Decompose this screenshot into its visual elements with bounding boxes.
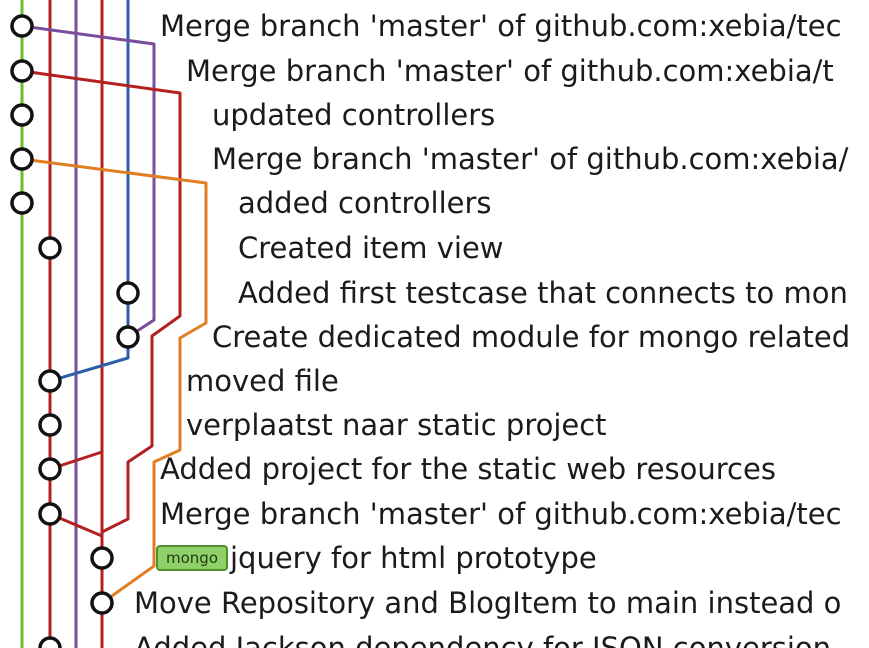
commit-message: Merge branch 'master' of github.com:xebi…	[212, 142, 849, 176]
commit-row[interactable]: Added first testcase that connects to mo…	[238, 273, 848, 313]
commit-node[interactable]	[116, 281, 140, 305]
commit-message: Added first testcase that connects to mo…	[238, 276, 848, 310]
commit-message: Created item view	[238, 231, 504, 265]
commit-row[interactable]: Create dedicated module for mongo relate…	[212, 317, 850, 357]
commit-node[interactable]	[10, 191, 34, 215]
commit-row[interactable]: Added Jackson dependency for JSON conver…	[134, 628, 831, 648]
commit-message: Merge branch 'master' of github.com:xebi…	[160, 9, 842, 43]
commit-row[interactable]: Added project for the static web resourc…	[160, 449, 776, 489]
commit-node[interactable]	[38, 369, 62, 393]
commit-message: Merge branch 'master' of github.com:xebi…	[186, 54, 834, 88]
commit-message: jquery for html prototype	[230, 541, 597, 575]
commit-row[interactable]: Merge branch 'master' of github.com:xebi…	[160, 6, 842, 46]
commit-message: Added Jackson dependency for JSON conver…	[134, 631, 832, 648]
commit-row[interactable]: Merge branch 'master' of github.com:xebi…	[212, 139, 848, 179]
commit-node[interactable]	[116, 325, 140, 349]
commit-node[interactable]	[10, 147, 34, 171]
commit-node[interactable]	[38, 413, 62, 437]
commit-message: Create dedicated module for mongo relate…	[212, 320, 851, 354]
commit-row[interactable]: mongo jquery for html prototype	[156, 538, 597, 578]
commit-row[interactable]: Move Repository and BlogItem to main ins…	[134, 583, 841, 623]
commit-node[interactable]	[90, 591, 114, 615]
commit-row[interactable]: Merge branch 'master' of github.com:xebi…	[160, 494, 842, 534]
commit-message: Move Repository and BlogItem to main ins…	[134, 586, 842, 620]
commit-row[interactable]: verplaatst naar static project	[186, 405, 607, 445]
commit-node[interactable]	[38, 502, 62, 526]
commit-message: updated controllers	[212, 98, 496, 132]
commit-node[interactable]	[38, 236, 62, 260]
commit-node[interactable]	[10, 59, 34, 83]
commit-node[interactable]	[10, 103, 34, 127]
commit-node[interactable]	[90, 546, 114, 570]
commit-row[interactable]: moved file	[186, 361, 339, 401]
commit-row[interactable]: Merge branch 'master' of github.com:xebi…	[186, 51, 834, 91]
commit-node[interactable]	[38, 636, 62, 648]
commit-message: Merge branch 'master' of github.com:xebi…	[160, 497, 842, 531]
commit-graph-view: Merge branch 'master' of github.com:xebi…	[0, 0, 869, 648]
commit-node[interactable]	[38, 457, 62, 481]
commit-row[interactable]: updated controllers	[212, 95, 495, 135]
commit-row[interactable]: added controllers	[238, 183, 492, 223]
commit-message: moved file	[186, 364, 339, 398]
commit-message: added controllers	[238, 186, 492, 220]
commit-message: Added project for the static web resourc…	[160, 452, 776, 486]
commit-message: verplaatst naar static project	[186, 408, 607, 442]
commit-row[interactable]: Created item view	[238, 228, 504, 268]
branch-tag[interactable]: mongo	[156, 545, 228, 571]
commit-node[interactable]	[10, 14, 34, 38]
